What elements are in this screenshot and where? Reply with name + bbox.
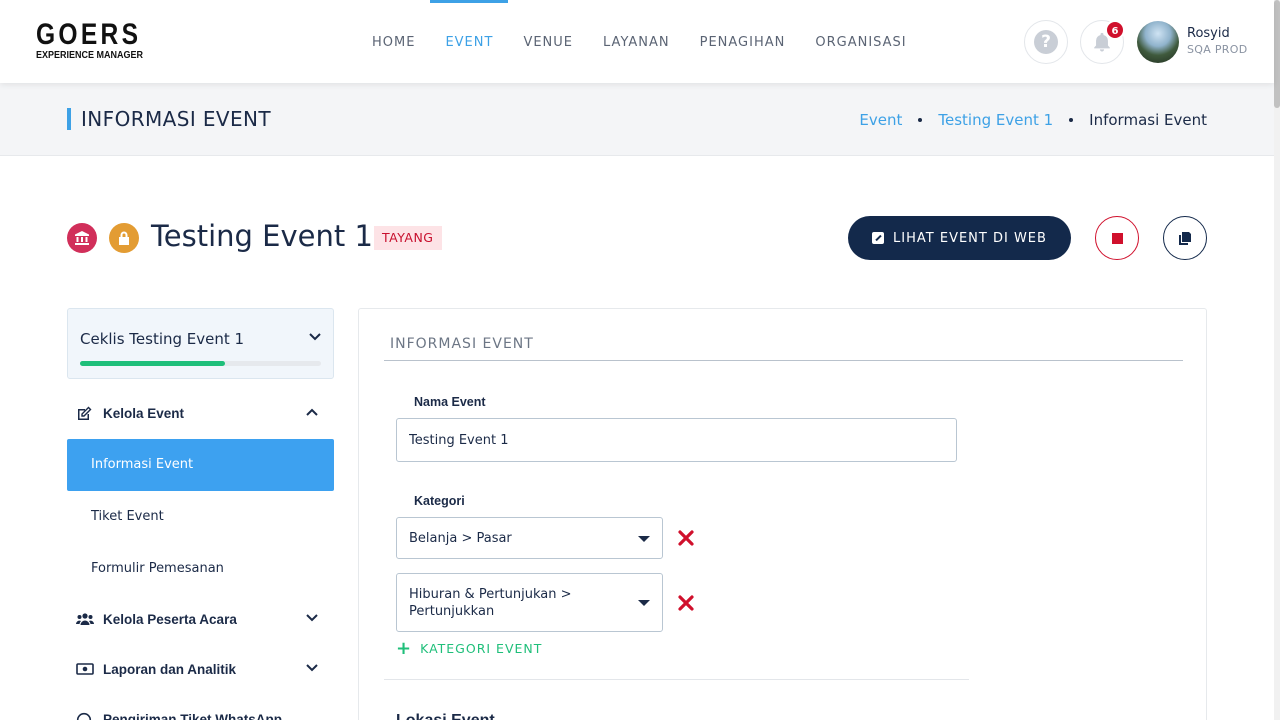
edit-icon [78, 406, 92, 420]
checklist-title: Ceklis Testing Event 1 [80, 330, 245, 348]
bank-icon [67, 223, 97, 253]
sidebar-group-label: Pengiriman Tiket WhatsApp [103, 712, 283, 720]
chevron-down-icon [306, 614, 318, 622]
whatsapp-icon [76, 712, 92, 720]
main-nav: HOME EVENT VENUE LAYANAN PENAGIHAN ORGAN… [372, 0, 937, 83]
view-event-web-button[interactable]: LIHAT EVENT DI WEB [848, 216, 1071, 260]
checklist-progress-fill [80, 361, 225, 366]
event-checklist[interactable]: Ceklis Testing Event 1 [67, 308, 334, 379]
chevron-up-icon [306, 408, 318, 416]
sidebar-group-label: Kelola Event [103, 406, 185, 421]
add-kategori-label: KATEGORI EVENT [420, 641, 543, 656]
stop-event-button[interactable] [1095, 216, 1139, 260]
lock-icon [109, 223, 139, 253]
nav-venue[interactable]: VENUE [523, 0, 573, 83]
kategori-select-2[interactable]: Hiburan & Pertunjukan > Pertunjukkan [396, 573, 663, 632]
kategori-label: Kategori [414, 494, 465, 508]
sidebar-group-label: Kelola Peserta Acara [103, 612, 237, 627]
plus-icon: + [396, 637, 413, 659]
scrollbar-thumb[interactable] [1274, 0, 1280, 108]
breadcrumb-event[interactable]: Event [859, 111, 902, 129]
breadcrumb-testing-event[interactable]: Testing Event 1 [938, 111, 1053, 129]
sidebar-item-tiket-event[interactable]: Tiket Event [67, 491, 334, 543]
caret-down-icon [638, 536, 650, 542]
title-accent-bar [67, 108, 71, 130]
help-button[interactable]: ? [1024, 20, 1068, 64]
nama-event-label: Nama Event [414, 395, 486, 409]
question-circle-icon: ? [1034, 30, 1058, 54]
sidebar-item-label: Tiket Event [91, 509, 164, 524]
kategori-select-value: Belanja > Pasar [409, 531, 512, 546]
view-event-web-label: LIHAT EVENT DI WEB [893, 230, 1047, 246]
lokasi-event-heading: Lokasi Event [396, 712, 495, 720]
caret-down-icon [638, 600, 650, 606]
sidebar-group-kelola-event[interactable]: Kelola Event [67, 394, 334, 434]
nav-penagihan[interactable]: PENAGIHAN [700, 0, 786, 83]
breadcrumb: Event Testing Event 1 Informasi Event [859, 111, 1207, 129]
nav-organisasi[interactable]: ORGANISASI [815, 0, 906, 83]
nav-layanan[interactable]: LAYANAN [603, 0, 670, 83]
user-role: SQA PROD [1187, 43, 1248, 56]
goers-logo[interactable]: GOERS EXPERIENCE MANAGER [36, 18, 144, 61]
sidebar-item-label: Informasi Event [91, 457, 194, 472]
nav-home[interactable]: HOME [372, 0, 415, 83]
external-link-icon [872, 232, 885, 244]
stop-icon [1111, 232, 1123, 244]
sidebar-group-laporan[interactable]: Laporan dan Analitik [67, 650, 334, 690]
page-title: INFORMASI EVENT [81, 107, 272, 131]
chevron-down-icon [306, 664, 318, 672]
nav-event[interactable]: EVENT [430, 0, 509, 83]
users-icon [76, 613, 94, 625]
kategori-select-1[interactable]: Belanja > Pasar [396, 517, 663, 559]
breadcrumb-separator [918, 118, 923, 122]
page-scrollbar[interactable] [1274, 0, 1280, 720]
notification-count-badge: 6 [1105, 20, 1125, 40]
page-title-bar: INFORMASI EVENT Event Testing Event 1 In… [0, 83, 1274, 156]
sidebar-group-kelola-peserta[interactable]: Kelola Peserta Acara [67, 600, 334, 640]
checklist-progress-bar [80, 361, 321, 366]
kategori-select-value: Hiburan & Pertunjukan > Pertunjukkan [409, 587, 572, 619]
notification-button[interactable]: 6 [1080, 20, 1125, 64]
form-divider [384, 679, 969, 680]
breadcrumb-current: Informasi Event [1089, 111, 1207, 129]
event-info-card: INFORMASI EVENT Nama Event Kategori Bela… [358, 308, 1207, 720]
status-badge: TAYANG [374, 226, 442, 250]
user-name[interactable]: Rosyid [1187, 26, 1230, 41]
remove-kategori-icon[interactable] [678, 530, 694, 546]
add-kategori-button[interactable]: + KATEGORI EVENT [396, 637, 543, 659]
section-divider [384, 360, 1183, 361]
sidebar-group-label: Laporan dan Analitik [103, 662, 237, 677]
sidebar-item-label: Formulir Pemesanan [91, 561, 224, 576]
breadcrumb-separator [1069, 118, 1074, 122]
section-title: INFORMASI EVENT [390, 336, 534, 352]
event-title: Testing Event 1 [151, 219, 373, 253]
avatar[interactable] [1137, 21, 1179, 63]
sidebar-group-whatsapp[interactable]: Pengiriman Tiket WhatsApp [67, 700, 334, 720]
remove-kategori-icon[interactable] [678, 595, 694, 611]
sidebar-item-informasi-event[interactable]: Informasi Event [67, 439, 334, 491]
money-icon [76, 663, 94, 675]
nama-event-input[interactable] [396, 418, 957, 462]
chevron-down-icon[interactable] [309, 333, 321, 341]
sidebar-item-formulir-pemesanan[interactable]: Formulir Pemesanan [67, 543, 334, 595]
duplicate-event-button[interactable] [1163, 216, 1207, 260]
top-navbar: GOERS EXPERIENCE MANAGER HOME EVENT VENU… [0, 0, 1274, 83]
copy-icon [1179, 232, 1191, 245]
logo-tagline: EXPERIENCE MANAGER [36, 50, 144, 61]
logo-wordmark: GOERS [36, 18, 142, 51]
